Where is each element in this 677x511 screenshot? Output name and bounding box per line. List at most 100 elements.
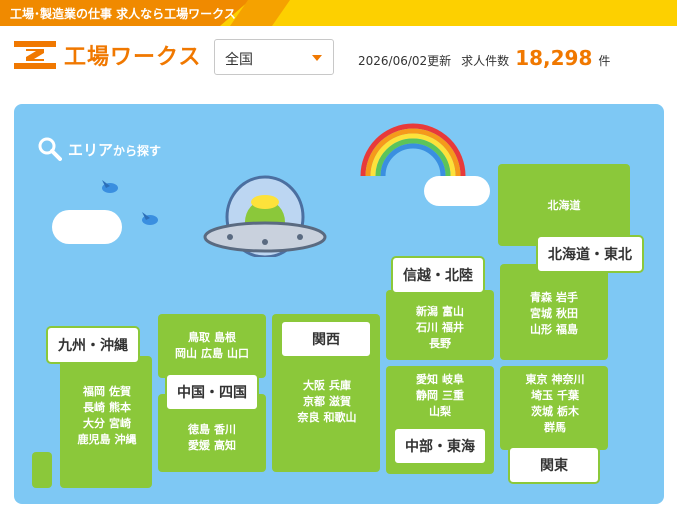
search-icon — [38, 137, 62, 161]
prefecture-link[interactable]: 福島 — [556, 323, 578, 336]
prefecture-list-shinetsu-hokuriku[interactable]: 新潟 富山 石川 福井 長野 — [400, 304, 480, 352]
region-select-value: 全国 — [225, 52, 253, 68]
prefecture-list-kansai[interactable]: 大阪 兵庫 京都 滋賀 奈良 和歌山 — [286, 378, 368, 426]
prefecture-link[interactable]: 京都 — [303, 395, 325, 408]
prefecture-link[interactable]: 沖縄 — [115, 433, 137, 446]
prefecture-link[interactable]: 島根 — [214, 331, 236, 344]
prefecture-link[interactable]: 岐阜 — [442, 373, 464, 386]
prefecture-row: 新潟 富山 — [400, 304, 480, 320]
prefecture-row: 静岡 三重 — [400, 388, 480, 404]
prefecture-row: 埼玉 千葉 — [510, 388, 600, 404]
prefecture-link[interactable]: 大分 — [83, 417, 105, 430]
prefecture-row: 茨城 栃木 — [510, 404, 600, 420]
prefecture-link[interactable]: 山口 — [227, 347, 249, 360]
prefecture-row: 愛媛 高知 — [166, 438, 258, 454]
prefecture-link[interactable]: 三重 — [442, 389, 464, 402]
prefecture-link[interactable]: 大阪 — [303, 379, 325, 392]
prefecture-link[interactable]: 佐賀 — [109, 385, 131, 398]
updated-date: 2026/06/02更新 — [358, 54, 452, 68]
prefecture-row: 宮城 秋田 — [514, 306, 594, 322]
prefecture-link[interactable]: 滋賀 — [329, 395, 351, 408]
cloud-decoration — [52, 210, 122, 244]
prefecture-link[interactable]: 熊本 — [109, 401, 131, 414]
prefecture-hokkaido[interactable]: 北海道 — [534, 198, 594, 214]
prefecture-row: 奈良 和歌山 — [286, 410, 368, 426]
bird-icon — [142, 212, 158, 225]
prefecture-link[interactable]: 広島 — [201, 347, 223, 360]
region-label-chugoku-shikoku[interactable]: 中国・四国 — [165, 373, 259, 411]
prefecture-row: 山梨 — [400, 404, 480, 420]
prefecture-list-kanto[interactable]: 東京 神奈川 埼玉 千葉 茨城 栃木 群馬 — [510, 372, 600, 436]
prefecture-link[interactable]: 愛媛 — [188, 439, 210, 452]
prefecture-link[interactable]: 福岡 — [83, 385, 105, 398]
site-logo[interactable]: 工場ワークス — [14, 40, 201, 70]
prefecture-link[interactable]: 福井 — [442, 321, 464, 334]
prefecture-link[interactable]: 鹿児島 — [78, 433, 111, 446]
prefecture-list-shikoku[interactable]: 徳島 香川 愛媛 高知 — [166, 422, 258, 454]
prefecture-link[interactable]: 千葉 — [557, 389, 579, 402]
prefecture-link[interactable]: 鳥取 — [188, 331, 210, 344]
prefecture-row: 鳥取 島根 — [166, 330, 258, 346]
prefecture-link[interactable]: 埼玉 — [531, 389, 553, 402]
prefecture-link[interactable]: 香川 — [214, 423, 236, 436]
prefecture-link[interactable]: 岩手 — [556, 291, 578, 304]
region-label-shinetsu-hokuriku[interactable]: 信越・北陸 — [391, 256, 485, 294]
prefecture-link[interactable]: 徳島 — [188, 423, 210, 436]
prefecture-list-chugoku[interactable]: 鳥取 島根 岡山 広島 山口 — [166, 330, 258, 362]
prefecture-link[interactable]: 山梨 — [429, 405, 451, 418]
prefecture-row: 北海道 — [534, 198, 594, 214]
prefecture-link[interactable]: 岡山 — [175, 347, 197, 360]
prefecture-link[interactable]: 宮城 — [530, 307, 552, 320]
map-block-okinawa[interactable] — [32, 452, 52, 488]
prefecture-row: 東京 神奈川 — [510, 372, 600, 388]
prefecture-link[interactable]: 青森 — [530, 291, 552, 304]
chevron-down-icon — [312, 55, 322, 61]
prefecture-link[interactable]: 新潟 — [416, 305, 438, 318]
prefecture-list-tohoku[interactable]: 青森 岩手 宮城 秋田 山形 福島 — [514, 290, 594, 338]
region-label-kanto[interactable]: 関東 — [508, 446, 600, 484]
region-label-chubu-tokai[interactable]: 中部・東海 — [393, 427, 487, 465]
prefecture-link[interactable]: 秋田 — [556, 307, 578, 320]
jobs-count-unit: 件 — [598, 54, 611, 68]
prefecture-link[interactable]: 栃木 — [557, 405, 579, 418]
prefecture-row: 福岡 佐賀 — [66, 384, 148, 400]
prefecture-list-chubu-tokai[interactable]: 愛知 岐阜 静岡 三重 山梨 — [400, 372, 480, 420]
rainbow-decoration — [360, 123, 466, 177]
prefecture-link[interactable]: 長崎 — [83, 401, 105, 414]
prefecture-link[interactable]: 静岡 — [416, 389, 438, 402]
ufo-mascot-icon — [203, 175, 327, 257]
prefecture-link[interactable]: 和歌山 — [324, 411, 357, 424]
prefecture-row: 群馬 — [510, 420, 600, 436]
region-label-kyushu-okinawa[interactable]: 九州・沖縄 — [46, 326, 140, 364]
prefecture-link[interactable]: 北海道 — [548, 199, 581, 212]
prefecture-row: 長崎 熊本 — [66, 400, 148, 416]
prefecture-link[interactable]: 群馬 — [544, 421, 566, 434]
prefecture-link[interactable]: 山形 — [530, 323, 552, 336]
prefecture-link[interactable]: 茨城 — [531, 405, 553, 418]
factory-logo-icon — [14, 41, 56, 69]
prefecture-link[interactable]: 宮崎 — [109, 417, 131, 430]
prefecture-link[interactable]: 富山 — [442, 305, 464, 318]
prefecture-row: 石川 福井 — [400, 320, 480, 336]
prefecture-link[interactable]: 奈良 — [298, 411, 320, 424]
prefecture-link[interactable]: 長野 — [429, 337, 451, 350]
logo-text: 工場ワークス — [64, 45, 202, 70]
prefecture-link[interactable]: 神奈川 — [552, 373, 585, 386]
top-banner: 工場･製造業の仕事 求人なら工場ワークス — [0, 0, 677, 26]
prefecture-row: 鹿児島 沖縄 — [66, 432, 148, 448]
region-label-kansai[interactable]: 関西 — [280, 320, 372, 358]
prefecture-row: 長野 — [400, 336, 480, 352]
region-label-hokkaido-tohoku[interactable]: 北海道・東北 — [536, 235, 644, 273]
area-map: エリアから探す 北海道 北海道・東北 青森 岩手 宮城 秋田 山形 福島 信越・北陸 … — [14, 104, 664, 504]
region-select[interactable]: 全国 — [214, 39, 334, 75]
prefecture-link[interactable]: 東京 — [526, 373, 548, 386]
prefecture-link[interactable]: 兵庫 — [329, 379, 351, 392]
prefecture-row: 大阪 兵庫 — [286, 378, 368, 394]
tagline: 工場･製造業の仕事 求人なら工場ワークス — [10, 7, 236, 21]
prefecture-link[interactable]: 高知 — [214, 439, 236, 452]
prefecture-row: 山形 福島 — [514, 322, 594, 338]
jobs-count-label: 求人件数 — [461, 54, 510, 68]
prefecture-link[interactable]: 石川 — [416, 321, 438, 334]
prefecture-link[interactable]: 愛知 — [416, 373, 438, 386]
prefecture-list-kyushu-okinawa[interactable]: 福岡 佐賀 長崎 熊本 大分 宮崎 鹿児島 沖縄 — [66, 384, 148, 448]
